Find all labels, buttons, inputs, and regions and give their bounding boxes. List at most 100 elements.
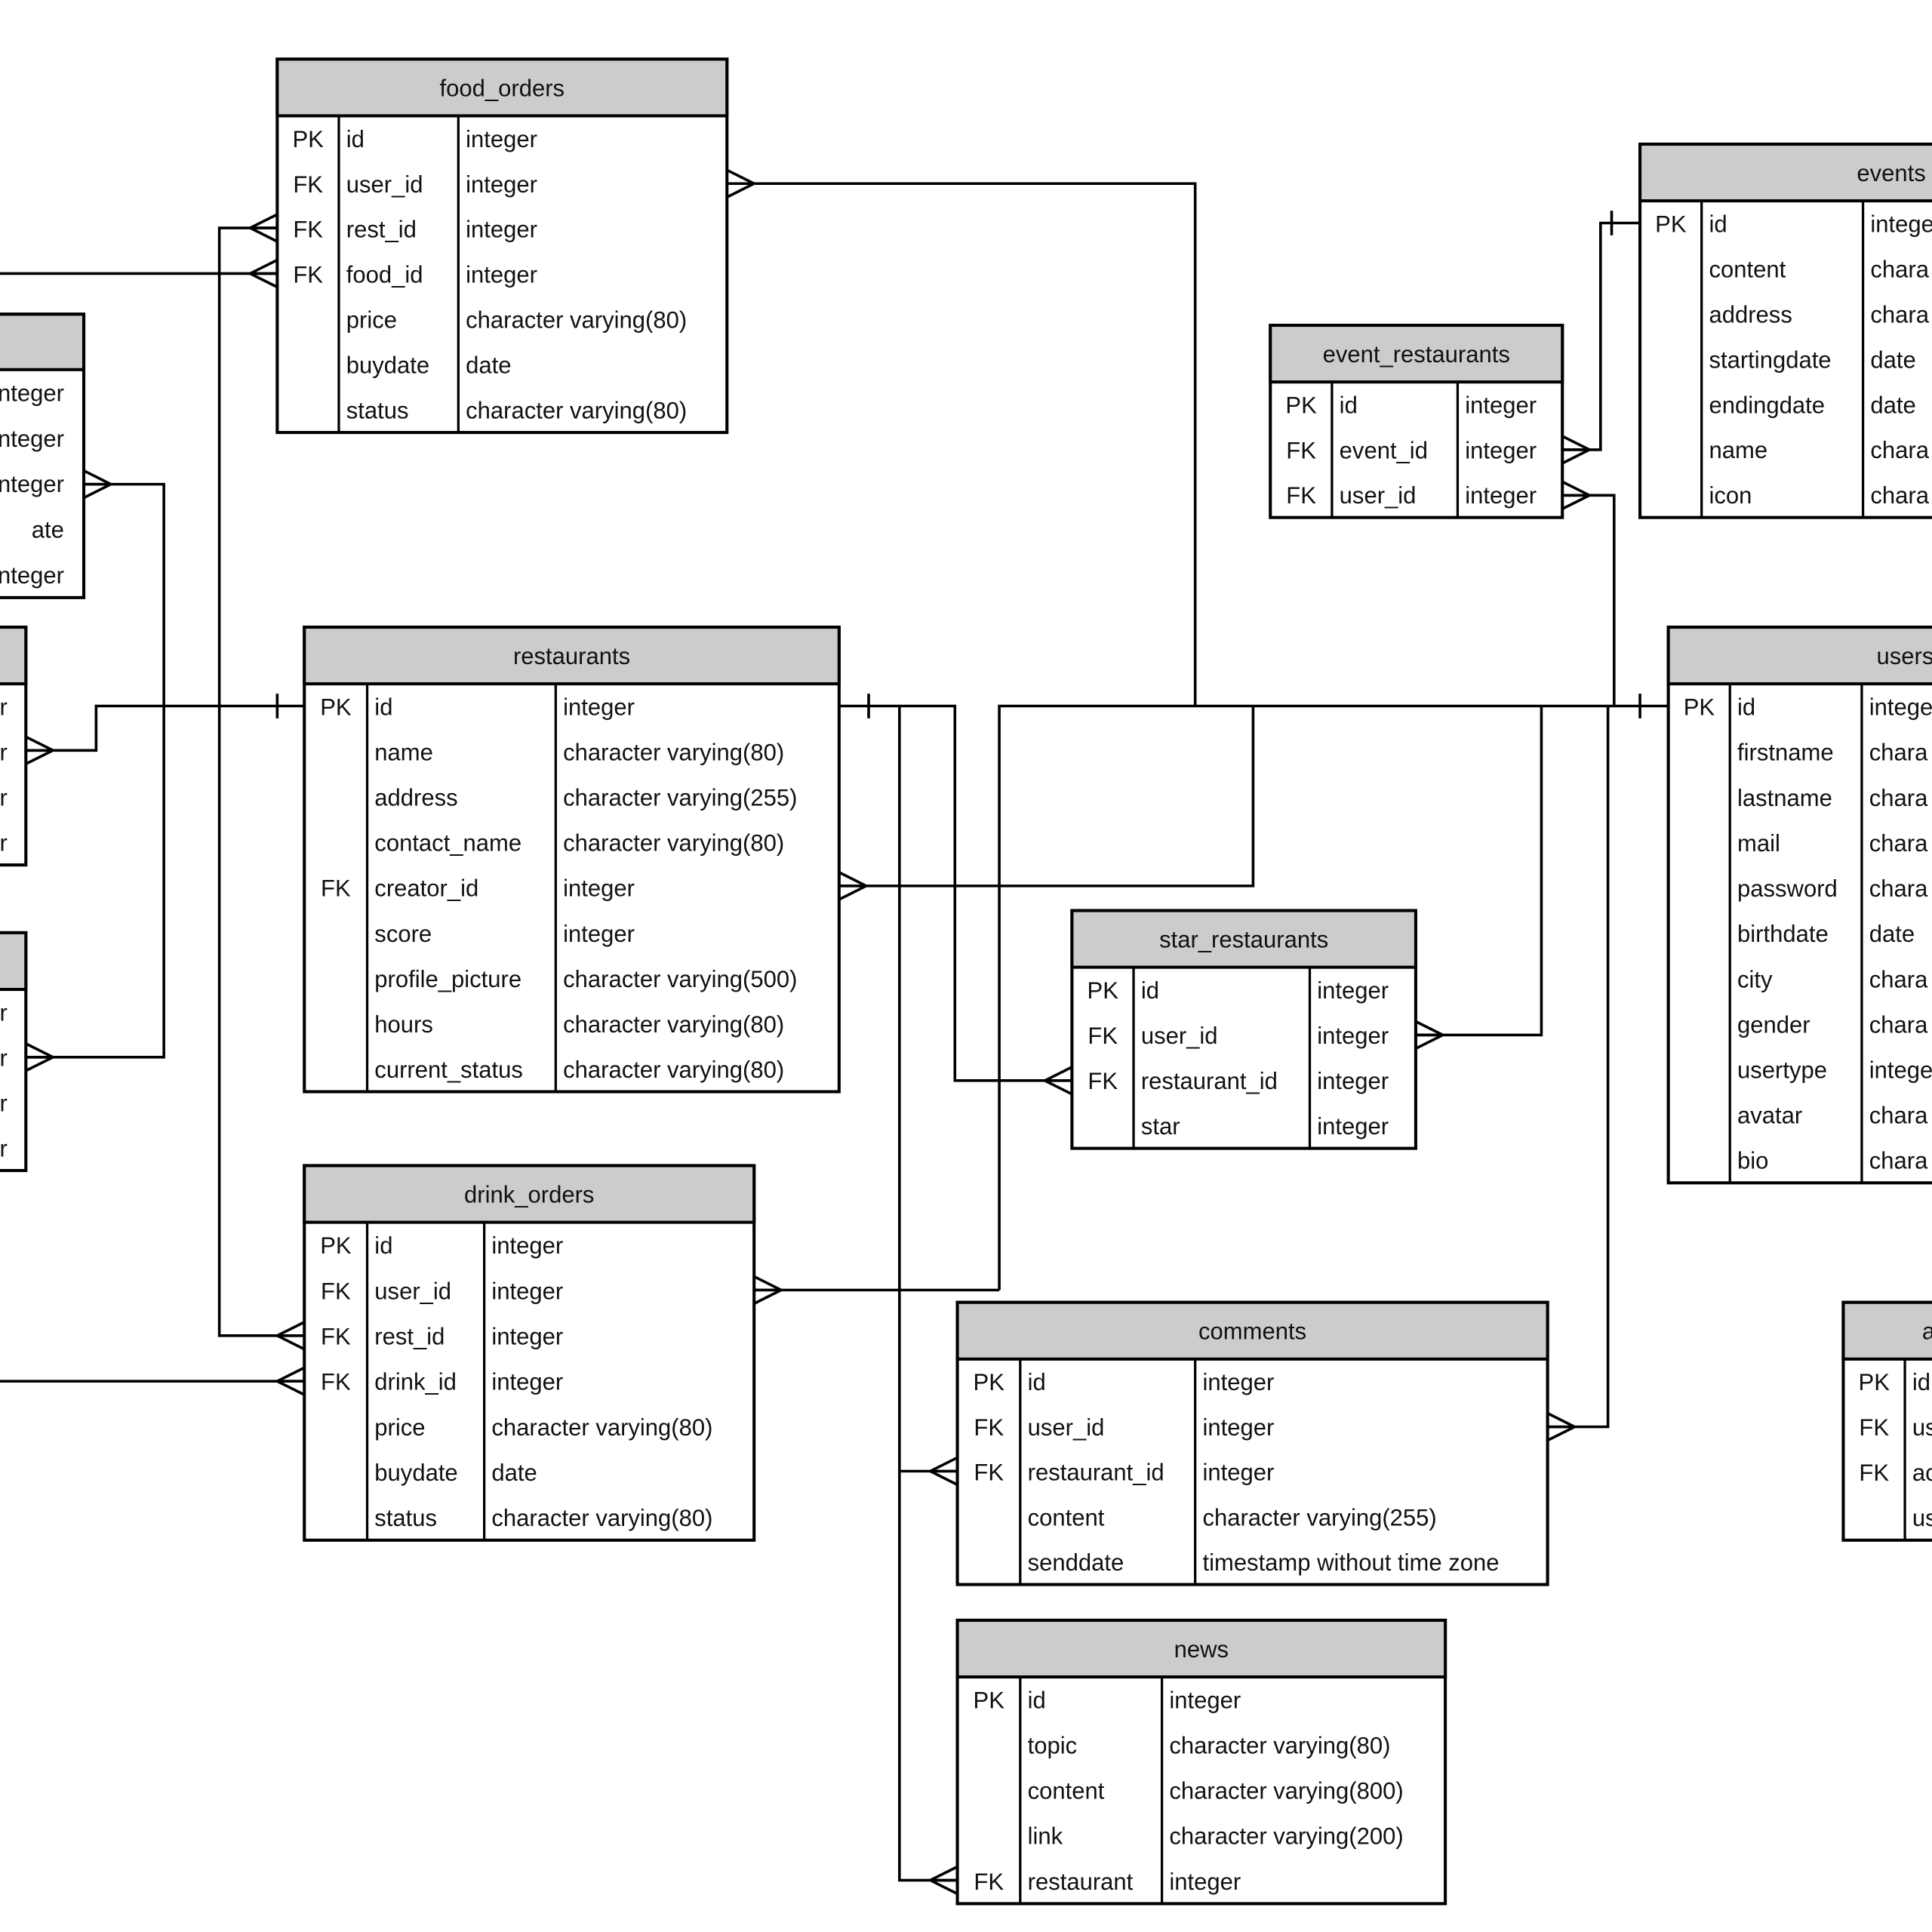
column-name: restaurant_id	[1028, 1460, 1164, 1486]
table-row[interactable]: r	[0, 999, 8, 1026]
column-name: food_id	[346, 262, 423, 288]
column-name: topic	[1028, 1733, 1078, 1759]
table-row[interactable]: status character varying(80)	[346, 398, 687, 424]
column-type: nteger	[0, 471, 64, 497]
table-row[interactable]: nteger	[0, 562, 64, 589]
crows-foot-icon	[927, 1865, 958, 1895]
column-name: id	[374, 1232, 392, 1259]
table-row[interactable]: contact_name character varying(80)	[374, 830, 784, 857]
table-row[interactable]: endingdate date	[1709, 392, 1915, 418]
crows-foot-icon	[753, 1275, 785, 1305]
column-name: startingdate	[1709, 346, 1831, 373]
table-row[interactable]: ate	[32, 517, 64, 543]
table-row[interactable]: r	[0, 785, 8, 811]
table-title: users	[1877, 643, 1932, 669]
table-row[interactable]: nteger	[0, 380, 64, 406]
column-type: character varying(80)	[466, 398, 687, 424]
table-row[interactable]: r	[0, 740, 8, 766]
table-row[interactable]: content character varying(255)	[1028, 1504, 1437, 1531]
table-left1[interactable]: nteger nteger nteger ate nteger	[0, 312, 86, 599]
column-name: id	[1340, 392, 1358, 418]
column-name: rest_id	[374, 1323, 445, 1349]
table-row[interactable]: content character varying(800)	[1028, 1778, 1404, 1804]
crows-foot-icon	[274, 1366, 306, 1396]
rel-comments-user	[1547, 706, 1610, 1429]
column-type: integer	[491, 1369, 563, 1395]
table-row[interactable]: profile_picture character varying(500)	[374, 966, 797, 992]
table-restaurants[interactable]: restaurants PK id integer name character vary…	[303, 625, 841, 1094]
column-type: chara	[1869, 875, 1928, 902]
key-label: PK	[320, 694, 352, 721]
column-type: integer	[1202, 1369, 1274, 1395]
table-row[interactable]: password chara	[1737, 875, 1928, 902]
column-name: id	[1028, 1369, 1046, 1395]
column-type: timestamp without time zone	[1202, 1549, 1499, 1576]
column-type: date	[1870, 346, 1915, 373]
table-row[interactable]: nteger	[0, 426, 64, 452]
table-comments[interactable]: commentsPK id integerFK user_id integerFK res…	[955, 1300, 1549, 1586]
column-type: r	[0, 740, 8, 766]
table-row[interactable]: birthdate date	[1737, 921, 1915, 947]
table-row[interactable]: r	[0, 1135, 8, 1161]
column-type: integer	[491, 1278, 563, 1304]
table-left3[interactable]: rrrr	[0, 931, 28, 1173]
column-type: r	[0, 694, 8, 721]
table-row[interactable]: r	[0, 830, 8, 857]
crows-foot-icon	[726, 168, 758, 198]
table-row[interactable]: address character varying(255)	[374, 785, 797, 811]
table-title: a	[1922, 1318, 1932, 1345]
column-name: price	[374, 1414, 425, 1441]
table-row[interactable]: price character varying(80)	[374, 1414, 712, 1441]
rel-event-rest-user	[1562, 494, 1616, 706]
column-name: address	[1709, 301, 1792, 328]
table-news[interactable]: news PK id integer topic character varying(80…	[955, 1618, 1447, 1906]
table-star-restaurants[interactable]: star_restaurantsPK id integerFK user_id inte…	[1070, 909, 1417, 1150]
table-event-restaurants[interactable]: event_restaurantsPK id integerFK event_id in…	[1269, 323, 1564, 519]
column-name: star	[1141, 1113, 1180, 1140]
column-name: score	[374, 921, 432, 947]
table-events[interactable]: events PK id intege content chara address chara…	[1638, 142, 1932, 519]
table-row[interactable]: status character varying(80)	[374, 1505, 712, 1531]
table-row[interactable]: buydate date	[346, 352, 512, 379]
table-title: food_orders	[440, 75, 565, 101]
table-a-partial[interactable]: a PK id FK us FK ac us	[1841, 1300, 1932, 1542]
table-food-orders[interactable]: food_ordersPK id integerFK user_id integerFK…	[275, 57, 729, 435]
table-header	[1841, 1300, 1932, 1361]
column-name: id	[1737, 694, 1755, 721]
column-name: user_id	[1028, 1414, 1105, 1441]
column-name: id	[374, 694, 392, 721]
table-header	[0, 931, 28, 992]
table-row[interactable]: r	[0, 694, 8, 721]
table-row[interactable]: r	[0, 1090, 8, 1116]
key-label: FK	[974, 1414, 1004, 1441]
column-type: integer	[1317, 1023, 1389, 1049]
column-name: name	[374, 740, 433, 766]
rel-star-user	[1415, 706, 1543, 1037]
column-name: id	[1912, 1369, 1930, 1395]
table-row[interactable]: us	[1912, 1505, 1932, 1531]
column-type: integer	[466, 126, 537, 152]
table-drink-orders[interactable]: drink_ordersPK id integerFK user_id integerF…	[303, 1164, 756, 1542]
table-row[interactable]: senddate timestamp without time zone	[1028, 1549, 1500, 1576]
key-label: PK	[1859, 1369, 1890, 1395]
crows-foot-icon	[83, 469, 114, 500]
table-title: events	[1857, 160, 1925, 186]
column-name: user_id	[374, 1278, 451, 1304]
table-row[interactable]: r	[0, 1044, 8, 1071]
table-row[interactable]: nteger	[0, 471, 64, 497]
table-row[interactable]: current_status character varying(80)	[374, 1057, 784, 1083]
column-type: chara	[1870, 482, 1929, 509]
key-label: FK	[1286, 437, 1316, 463]
rel-star-restaurant	[838, 704, 1072, 1082]
table-row[interactable]: buydate date	[374, 1460, 537, 1486]
table-users[interactable]: users PK id intege firstname chara lastname cha…	[1666, 625, 1932, 1185]
table-left2[interactable]: rrrr	[0, 625, 28, 867]
column-type: intege	[1869, 694, 1932, 721]
column-type: chara	[1869, 1103, 1928, 1129]
column-type: nteger	[0, 426, 64, 452]
table-row[interactable]: startingdate date	[1709, 346, 1915, 373]
column-name: bio	[1737, 1148, 1768, 1174]
column-type: r	[0, 1090, 8, 1116]
table-row[interactable]: firstname chara	[1737, 740, 1928, 766]
column-type: character varying(80)	[491, 1505, 712, 1531]
